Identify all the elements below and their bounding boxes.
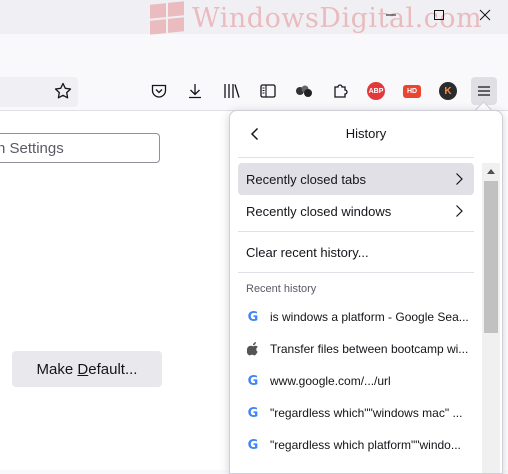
history-item-title: www.google.com/.../url xyxy=(270,374,391,388)
extensions-button[interactable] xyxy=(329,79,353,103)
pocket-icon xyxy=(151,84,167,98)
history-item-title: "regardless which platform""windo... xyxy=(270,438,461,452)
separator xyxy=(238,157,474,158)
maximize-button[interactable] xyxy=(416,0,462,30)
chevron-right-icon xyxy=(456,205,463,217)
history-item[interactable]: G www.google.com/.../url xyxy=(238,365,474,397)
panel-title: History xyxy=(345,126,387,141)
extension-dots-icon xyxy=(296,85,312,97)
make-default-label-prefix: Make xyxy=(36,360,78,378)
history-item-title: Transfer files between bootcamp wi... xyxy=(270,342,469,356)
extension-dots-button[interactable] xyxy=(292,79,316,103)
make-default-button[interactable]: Make Default... xyxy=(12,351,162,387)
panel-header: History xyxy=(230,111,502,157)
recently-closed-windows-item[interactable]: Recently closed windows xyxy=(238,195,474,227)
minimize-icon xyxy=(386,14,396,16)
scroll-up-arrow-icon xyxy=(487,169,495,174)
history-item[interactable]: G "regardless which""windows mac" ... xyxy=(238,397,474,429)
download-icon xyxy=(189,84,201,99)
close-icon xyxy=(479,9,491,21)
separator xyxy=(238,231,474,232)
history-item[interactable]: G is windows a platform - Google Sea... xyxy=(238,301,474,333)
recently-closed-tabs-item[interactable]: Recently closed tabs xyxy=(238,163,474,195)
google-icon: G xyxy=(247,437,259,453)
open-menu-button[interactable] xyxy=(471,77,497,105)
history-item-title: is windows a platform - Google Sea... xyxy=(270,310,469,324)
recent-history-label: Recent history xyxy=(246,283,317,295)
hd-icon: HD xyxy=(403,84,421,98)
star-icon xyxy=(54,82,72,99)
make-default-label-suffix: efault... xyxy=(88,360,138,378)
navigation-toolbar: ABP HD K xyxy=(0,70,508,111)
title-bar: WindowsDigital.com xyxy=(0,0,508,35)
library-icon xyxy=(224,84,240,98)
make-default-access-key: D xyxy=(77,360,89,378)
settings-search-box[interactable] xyxy=(0,133,160,163)
history-item[interactable]: Transfer files between bootcamp wi... xyxy=(238,333,474,365)
google-icon: G xyxy=(247,405,259,421)
library-button[interactable] xyxy=(220,79,244,103)
bookmark-star-button[interactable] xyxy=(51,79,75,103)
puzzle-icon xyxy=(334,84,348,98)
settings-search-input[interactable] xyxy=(0,134,159,162)
pocket-button[interactable] xyxy=(147,79,171,103)
windows-logo-icon xyxy=(150,1,184,35)
adblock-plus-button[interactable]: ABP xyxy=(364,79,388,103)
menu-icon xyxy=(478,86,490,96)
recently-closed-windows-label: Recently closed windows xyxy=(246,203,392,219)
hd-extension-button[interactable]: HD xyxy=(400,79,424,103)
abp-icon: ABP xyxy=(367,82,385,100)
maximize-icon xyxy=(434,10,444,20)
clear-recent-history-item[interactable]: Clear recent history... xyxy=(238,236,474,268)
google-icon: G xyxy=(247,309,259,325)
history-panel: History Recently closed tabs Recently cl… xyxy=(229,110,503,474)
panel-scrollbar[interactable] xyxy=(482,163,500,473)
scroll-thumb[interactable] xyxy=(484,181,498,333)
k-extension-icon: K xyxy=(439,82,457,100)
k-extension-button[interactable]: K xyxy=(436,79,460,103)
google-icon: G xyxy=(247,373,259,389)
downloads-button[interactable] xyxy=(183,79,207,103)
sidebar-button[interactable] xyxy=(256,79,280,103)
history-item-title: "regardless which""windows mac" ... xyxy=(270,406,463,420)
chevron-right-icon xyxy=(456,173,463,185)
minimize-button[interactable] xyxy=(368,0,414,30)
clear-recent-history-label: Clear recent history... xyxy=(246,244,369,260)
scroll-up-button[interactable] xyxy=(482,163,500,179)
recently-closed-tabs-label: Recently closed tabs xyxy=(246,171,366,187)
history-item[interactable]: G "regardless which platform""windo... xyxy=(238,429,474,461)
separator xyxy=(238,272,474,273)
sidebar-icon xyxy=(260,84,276,98)
close-window-button[interactable] xyxy=(462,0,508,30)
apple-icon xyxy=(246,342,260,356)
